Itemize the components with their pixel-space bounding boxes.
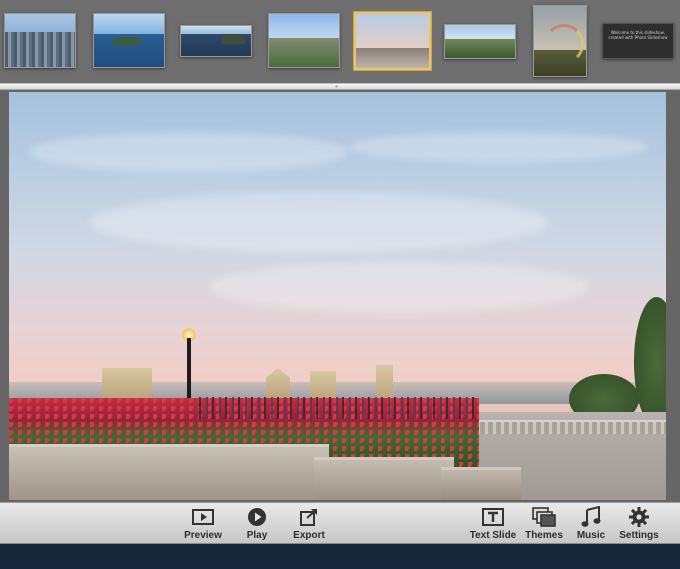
preview-label: Preview	[184, 530, 222, 541]
current-slide-photo	[9, 92, 666, 500]
text-slide-label: Text Slide	[469, 530, 517, 541]
thumbnail-text-slide[interactable]: Welcome to this slideshow, created with …	[602, 23, 674, 59]
music-label: Music	[576, 530, 606, 541]
settings-label: Settings	[619, 530, 659, 541]
thumbnail-belvedere-sunset-selected[interactable]	[354, 12, 431, 70]
music-button[interactable]: Music	[574, 506, 608, 541]
bottom-toolbar: Preview Play Export Text Slide Themes Mu…	[0, 502, 680, 544]
bottom-dark-bar	[0, 544, 680, 569]
thumbnail-forest-horizon[interactable]	[444, 24, 516, 59]
text-slide-icon	[466, 506, 520, 528]
slide-stage	[0, 90, 680, 502]
themes-button[interactable]: Themes	[523, 506, 565, 541]
filmstrip: Welcome to this slideshow, created with …	[0, 0, 680, 84]
play-button[interactable]: Play	[240, 506, 274, 541]
play-icon	[240, 506, 274, 528]
export-label: Export	[293, 530, 325, 541]
text-slide-button[interactable]: Text Slide	[466, 506, 520, 541]
thumbnail-rainbow[interactable]	[533, 5, 587, 77]
preview-button[interactable]: Preview	[182, 506, 224, 541]
export-button[interactable]: Export	[290, 506, 328, 541]
settings-button[interactable]: Settings	[617, 506, 661, 541]
play-label: Play	[246, 530, 268, 541]
thumbnail-city-skyline[interactable]	[4, 13, 76, 68]
thumbnail-island-bay[interactable]	[93, 13, 165, 68]
thumbnail-green-valley[interactable]	[268, 13, 340, 68]
filmstrip-resize-divider[interactable]: ⋄	[0, 83, 680, 90]
preview-icon	[182, 506, 224, 528]
themes-icon	[523, 506, 565, 528]
music-note-icon	[574, 506, 608, 528]
gear-icon	[617, 506, 661, 528]
thumbnail-river-panorama[interactable]	[180, 25, 252, 57]
export-icon	[290, 506, 328, 528]
themes-label: Themes	[525, 530, 563, 541]
text-slide-preview-text: Welcome to this slideshow, created with …	[608, 30, 668, 40]
